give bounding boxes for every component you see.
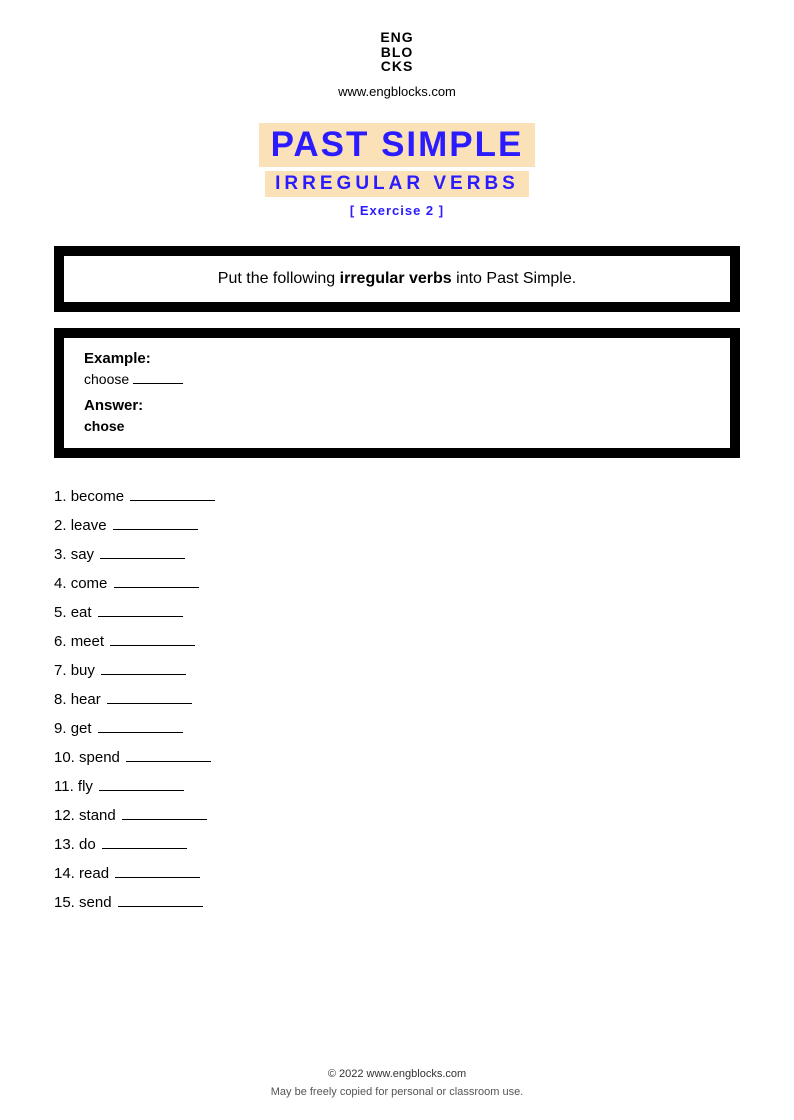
questions-list: 1. become 2. leave 3. say 4. come 5. eat… bbox=[54, 488, 740, 911]
instruction-post: into Past Simple. bbox=[452, 270, 577, 287]
question-item: 11. fly bbox=[54, 778, 740, 795]
page-header: ENG BLO CKS www.engblocks.com bbox=[54, 30, 740, 99]
question-item: 14. read bbox=[54, 865, 740, 882]
question-item: 6. meet bbox=[54, 633, 740, 650]
answer-blank[interactable] bbox=[118, 906, 203, 907]
question-number: 3. bbox=[54, 546, 67, 563]
question-item: 5. eat bbox=[54, 604, 740, 621]
answer-label: Answer: bbox=[84, 397, 710, 414]
answer-blank[interactable] bbox=[115, 877, 200, 878]
question-word: send bbox=[79, 894, 112, 911]
question-item: 8. hear bbox=[54, 691, 740, 708]
footer-copyright: © 2022 www.engblocks.com bbox=[0, 1068, 794, 1080]
question-word: buy bbox=[71, 662, 95, 679]
question-word: eat bbox=[71, 604, 92, 621]
answer-blank[interactable] bbox=[99, 790, 184, 791]
logo-line-1: ENG bbox=[380, 30, 413, 45]
question-item: 13. do bbox=[54, 836, 740, 853]
example-blank bbox=[133, 383, 183, 384]
question-word: spend bbox=[79, 749, 120, 766]
logo: ENG BLO CKS bbox=[380, 30, 413, 74]
answer-blank[interactable] bbox=[107, 703, 192, 704]
question-word: leave bbox=[71, 517, 107, 534]
title-block: PAST SIMPLE IRREGULAR VERBS [ Exercise 2… bbox=[54, 123, 740, 218]
answer-blank[interactable] bbox=[100, 558, 185, 559]
question-number: 4. bbox=[54, 575, 67, 592]
question-number: 14. bbox=[54, 865, 75, 882]
question-number: 9. bbox=[54, 720, 67, 737]
footer-license: May be freely copied for personal or cla… bbox=[0, 1086, 794, 1098]
question-word: hear bbox=[71, 691, 101, 708]
example-box: Example: choose Answer: chose bbox=[54, 328, 740, 458]
answer-blank[interactable] bbox=[98, 616, 183, 617]
question-word: stand bbox=[79, 807, 116, 824]
question-number: 15. bbox=[54, 894, 75, 911]
question-item: 3. say bbox=[54, 546, 740, 563]
question-word: come bbox=[71, 575, 108, 592]
question-number: 11. bbox=[54, 778, 74, 795]
question-word: meet bbox=[71, 633, 104, 650]
answer-blank[interactable] bbox=[130, 500, 215, 501]
answer-blank[interactable] bbox=[101, 674, 186, 675]
question-word: get bbox=[71, 720, 92, 737]
answer-blank[interactable] bbox=[110, 645, 195, 646]
question-word: read bbox=[79, 865, 109, 882]
example-label: Example: bbox=[84, 350, 710, 367]
question-number: 12. bbox=[54, 807, 75, 824]
title-exercise: [ Exercise 2 ] bbox=[54, 203, 740, 218]
question-number: 5. bbox=[54, 604, 67, 621]
page-footer: © 2022 www.engblocks.com May be freely c… bbox=[0, 1068, 794, 1098]
answer-blank[interactable] bbox=[98, 732, 183, 733]
question-number: 7. bbox=[54, 662, 67, 679]
question-number: 8. bbox=[54, 691, 67, 708]
question-number: 13. bbox=[54, 836, 75, 853]
question-word: fly bbox=[78, 778, 93, 795]
answer-blank[interactable] bbox=[114, 587, 199, 588]
question-item: 12. stand bbox=[54, 807, 740, 824]
question-number: 2. bbox=[54, 517, 67, 534]
question-word: do bbox=[79, 836, 96, 853]
title-sub: IRREGULAR VERBS bbox=[265, 171, 529, 197]
question-item: 9. get bbox=[54, 720, 740, 737]
answer-blank[interactable] bbox=[102, 848, 187, 849]
question-item: 10. spend bbox=[54, 749, 740, 766]
answer-blank[interactable] bbox=[122, 819, 207, 820]
instruction-bold: irregular verbs bbox=[340, 270, 452, 287]
question-item: 7. buy bbox=[54, 662, 740, 679]
question-number: 10. bbox=[54, 749, 75, 766]
answer-word: chose bbox=[84, 418, 710, 434]
answer-blank[interactable] bbox=[126, 761, 211, 762]
question-item: 2. leave bbox=[54, 517, 740, 534]
logo-line-2: BLO bbox=[380, 45, 413, 60]
question-item: 15. send bbox=[54, 894, 740, 911]
example-line: choose bbox=[84, 371, 710, 387]
question-number: 1. bbox=[54, 488, 67, 505]
instruction-box: Put the following irregular verbs into P… bbox=[54, 246, 740, 312]
logo-line-3: CKS bbox=[380, 59, 413, 74]
instruction-pre: Put the following bbox=[218, 270, 340, 287]
answer-blank[interactable] bbox=[113, 529, 198, 530]
example-word: choose bbox=[84, 371, 129, 387]
site-url: www.engblocks.com bbox=[54, 84, 740, 99]
question-item: 1. become bbox=[54, 488, 740, 505]
title-main: PAST SIMPLE bbox=[259, 123, 536, 167]
question-number: 6. bbox=[54, 633, 67, 650]
question-word: say bbox=[71, 546, 94, 563]
question-item: 4. come bbox=[54, 575, 740, 592]
question-word: become bbox=[71, 488, 124, 505]
